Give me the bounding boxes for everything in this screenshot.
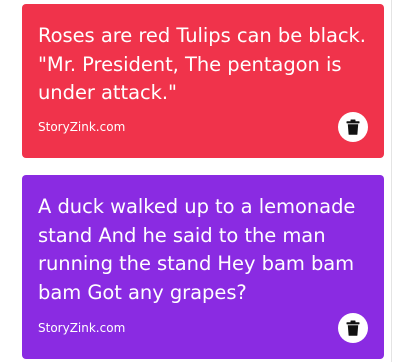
trash-icon <box>346 320 360 336</box>
page-edge-divider <box>391 0 392 362</box>
delete-button[interactable] <box>338 313 368 343</box>
quote-text: A duck walked up to a lemonade stand And… <box>38 195 356 305</box>
quote-text: Roses are red Tulips can be black. "Mr. … <box>38 24 366 105</box>
trash-icon <box>346 119 360 135</box>
card-footer: StoryZink.com <box>38 112 368 142</box>
delete-button[interactable] <box>338 112 368 142</box>
card-footer: StoryZink.com <box>38 313 368 343</box>
quote-card: A duck walked up to a lemonade stand And… <box>22 175 384 359</box>
source-label: StoryZink.com <box>38 120 126 134</box>
quote-card: Roses are red Tulips can be black. "Mr. … <box>22 4 384 158</box>
source-label: StoryZink.com <box>38 321 126 335</box>
